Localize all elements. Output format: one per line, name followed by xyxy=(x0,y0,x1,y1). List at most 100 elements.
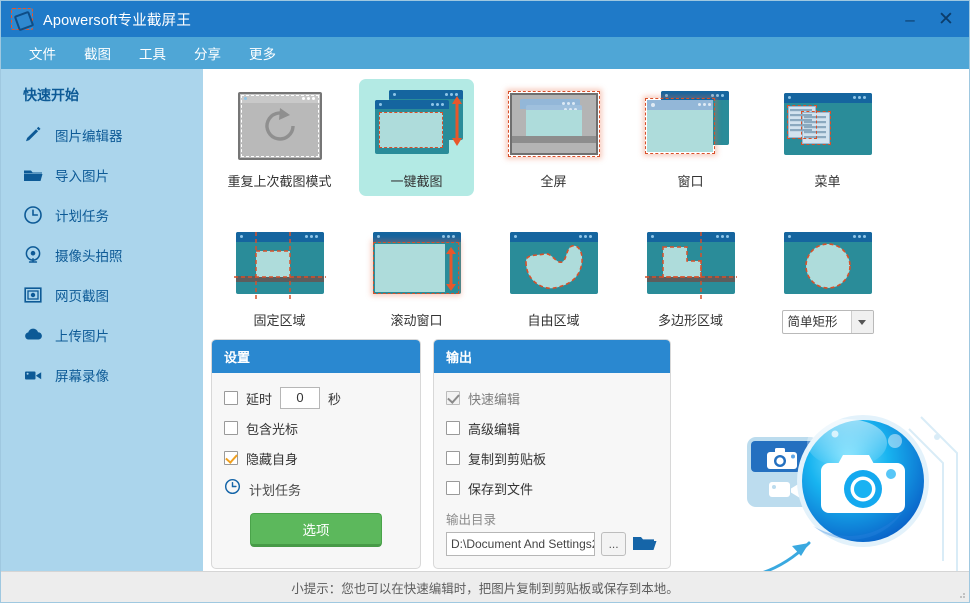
output-dir-input[interactable]: D:\Document And Settings2\A xyxy=(446,532,596,556)
chevron-down-icon[interactable] xyxy=(850,311,873,333)
tile-label: 一键截图 xyxy=(390,174,443,189)
copy-clipboard-row[interactable]: 复制到剪贴板 xyxy=(446,443,658,473)
sidebar-heading: 快速开始 xyxy=(23,87,79,103)
quick-edit-row[interactable]: 快速编辑 xyxy=(446,383,658,413)
sidebar: 快速开始 图片编辑器 导入图片 计划任务 摄像头拍照 网页截图 上传图片 屏幕录… xyxy=(1,69,203,602)
delay-input[interactable]: 0 xyxy=(280,387,321,409)
web-capture-icon xyxy=(22,284,44,306)
sidebar-item-label: 计划任务 xyxy=(55,209,109,224)
repeat-last-mode-icon xyxy=(230,88,330,163)
hide-self-row[interactable]: 隐藏自身 xyxy=(224,443,408,473)
sidebar-item-label: 上传图片 xyxy=(55,329,109,344)
save-file-row[interactable]: 保存到文件 xyxy=(446,473,658,503)
close-button[interactable]: ✕ xyxy=(929,4,963,34)
sidebar-item-import-image[interactable]: 导入图片 xyxy=(1,155,203,195)
menu-item-more[interactable]: 更多 xyxy=(235,39,290,67)
delay-row[interactable]: 延时 0 秒 xyxy=(224,383,408,413)
menu-item-file[interactable]: 文件 xyxy=(15,39,70,67)
resize-grip-icon[interactable] xyxy=(956,589,966,599)
sidebar-item-label: 屏幕录像 xyxy=(55,369,109,384)
scrolling-window-icon xyxy=(367,227,467,302)
hide-self-checkbox[interactable] xyxy=(224,451,238,465)
sidebar-item-label: 导入图片 xyxy=(55,169,109,184)
freehand-region-icon xyxy=(504,227,604,302)
settings-panel-title: 设置 xyxy=(212,340,420,373)
bottom-panels: 设置 延时 0 秒 包含光标 隐藏自身 计划任务 选项 输出 快速编辑 高级编辑… xyxy=(211,339,671,569)
webcam-icon xyxy=(22,244,44,266)
status-tip: 小提示：您也可以在快速编辑时，把图片复制到剪贴板或保存到本地。 xyxy=(291,581,679,596)
settings-panel: 设置 延时 0 秒 包含光标 隐藏自身 计划任务 选项 xyxy=(211,339,421,569)
tile-freehand-region[interactable]: 自由区域 xyxy=(496,218,611,335)
sidebar-item-image-editor[interactable]: 图片编辑器 xyxy=(1,115,203,155)
output-panel-title: 输出 xyxy=(434,340,670,373)
application-window: Apowersoft专业截屏王 – ✕ 文件 截图 工具 分享 更多 快速开始 … xyxy=(0,0,970,603)
options-button[interactable]: 选项 xyxy=(250,513,382,547)
shape-dropdown[interactable]: 简单矩形 xyxy=(781,310,874,334)
delay-unit-label: 秒 xyxy=(328,391,342,407)
menu-item-share[interactable]: 分享 xyxy=(180,39,235,67)
advanced-edit-row[interactable]: 高级编辑 xyxy=(446,413,658,443)
copy-clipboard-checkbox[interactable] xyxy=(446,451,460,465)
save-file-checkbox[interactable] xyxy=(446,481,460,495)
tile-label: 固定区域 xyxy=(253,313,306,328)
fixed-region-icon xyxy=(230,227,330,302)
tile-label: 滚动窗口 xyxy=(390,313,443,328)
sidebar-item-webcam-capture[interactable]: 摄像头拍照 xyxy=(1,235,203,275)
delay-label: 延时 xyxy=(246,391,273,407)
sidebar-item-scheduled-task[interactable]: 计划任务 xyxy=(1,195,203,235)
status-bar: 小提示：您也可以在快速编辑时，把图片复制到剪贴板或保存到本地。 xyxy=(1,571,969,602)
copy-clipboard-label: 复制到剪贴板 xyxy=(468,451,547,467)
include-cursor-checkbox[interactable] xyxy=(224,421,238,435)
menu-bar: 文件 截图 工具 分享 更多 xyxy=(1,37,969,69)
folder-icon xyxy=(22,164,44,186)
app-logo-icon xyxy=(11,8,33,30)
browse-button[interactable]: ... xyxy=(601,532,626,556)
tile-window-capture[interactable]: 窗口 xyxy=(633,79,748,196)
quick-edit-checkbox[interactable] xyxy=(446,391,460,405)
sidebar-item-label: 摄像头拍照 xyxy=(55,249,123,264)
tile-fixed-region[interactable]: 固定区域 xyxy=(222,218,337,335)
tile-polygon-region[interactable]: 多边形区域 xyxy=(633,218,748,335)
include-cursor-row[interactable]: 包含光标 xyxy=(224,413,408,443)
menu-item-capture[interactable]: 截图 xyxy=(70,39,125,67)
pencil-icon xyxy=(22,124,44,146)
scheduled-task-row[interactable]: 计划任务 xyxy=(224,473,408,505)
shape-dropdown-value: 简单矩形 xyxy=(787,315,838,329)
sidebar-item-web-capture[interactable]: 网页截图 xyxy=(1,275,203,315)
fullscreen-icon xyxy=(504,88,604,163)
delay-checkbox[interactable] xyxy=(224,391,238,405)
video-camera-icon xyxy=(22,364,44,386)
advanced-edit-checkbox[interactable] xyxy=(446,421,460,435)
tile-scrolling-window[interactable]: 滚动窗口 xyxy=(359,218,474,335)
hide-self-label: 隐藏自身 xyxy=(246,451,299,467)
sidebar-item-upload-image[interactable]: 上传图片 xyxy=(1,315,203,355)
window-controls: – ✕ xyxy=(893,4,963,34)
capture-mode-row-2: 固定区域 滚动窗口 自由区域 多边形区域 简单矩形 xyxy=(211,218,961,340)
sidebar-item-screen-recorder[interactable]: 屏幕录像 xyxy=(1,355,203,395)
window-capture-icon xyxy=(641,88,741,163)
output-panel: 输出 快速编辑 高级编辑 复制到剪贴板 保存到文件 输出目录 D:\Docume… xyxy=(433,339,671,569)
one-click-capture-icon xyxy=(367,88,467,163)
clock-icon xyxy=(22,204,44,226)
tile-label: 多边形区域 xyxy=(657,313,723,328)
tile-fullscreen[interactable]: 全屏 xyxy=(496,79,611,196)
tile-repeat-last-mode[interactable]: 重复上次截图模式 xyxy=(222,79,337,196)
capture-mode-grid: 重复上次截图模式 一键截图 全屏 窗口 菜单 固定区域 滚动窗口 自由区域 多边… xyxy=(203,79,969,340)
minimize-button[interactable]: – xyxy=(893,4,927,34)
quick-edit-label: 快速编辑 xyxy=(468,391,521,407)
tile-one-click-capture[interactable]: 一键截图 xyxy=(359,79,474,196)
title-bar: Apowersoft专业截屏王 – ✕ xyxy=(1,1,969,37)
menu-item-tools[interactable]: 工具 xyxy=(125,39,180,67)
menu-capture-icon xyxy=(778,88,878,163)
tile-menu-capture[interactable]: 菜单 xyxy=(770,79,885,196)
tile-label: 自由区域 xyxy=(527,313,580,328)
main-content: 重复上次截图模式 一键截图 全屏 窗口 菜单 固定区域 滚动窗口 自由区域 多边… xyxy=(203,69,969,602)
shape-region-icon xyxy=(778,227,878,302)
cloud-upload-icon xyxy=(22,324,44,346)
open-folder-icon[interactable] xyxy=(632,533,658,555)
include-cursor-label: 包含光标 xyxy=(246,421,299,437)
tile-shape-region[interactable]: 简单矩形 xyxy=(770,218,885,340)
sidebar-item-label: 图片编辑器 xyxy=(55,129,123,144)
window-title: Apowersoft专业截屏王 xyxy=(43,12,192,29)
tile-label: 重复上次截图模式 xyxy=(227,174,332,189)
